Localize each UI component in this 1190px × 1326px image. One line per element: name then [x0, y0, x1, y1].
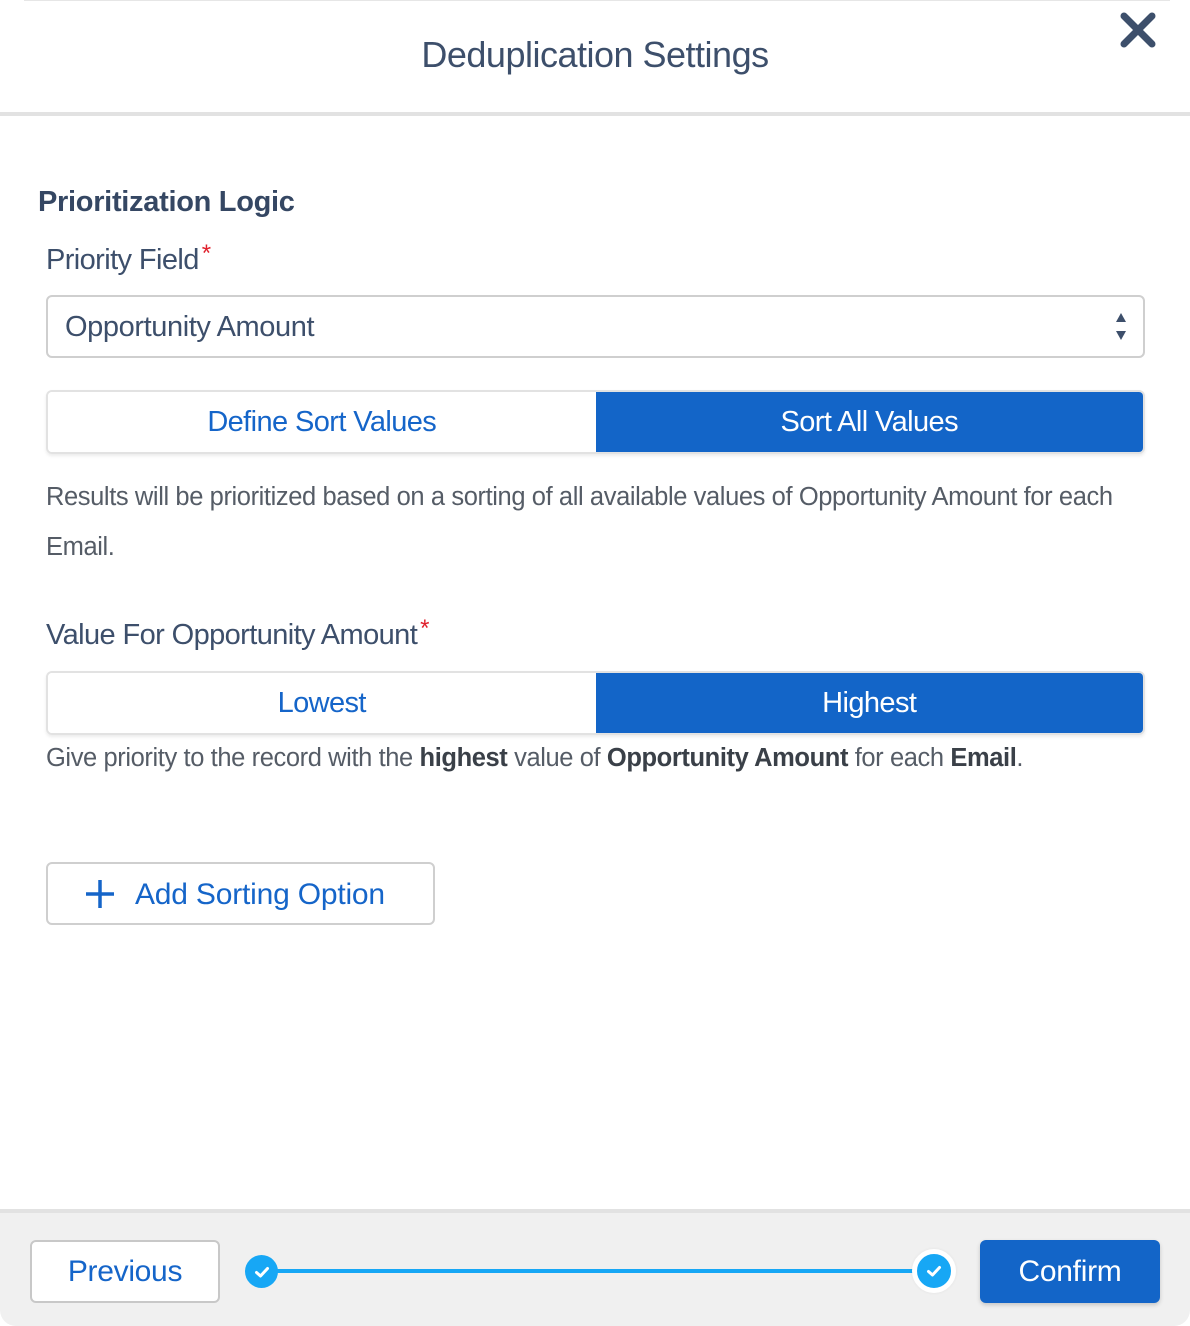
help-text-part: for each	[848, 744, 951, 772]
lowest-button[interactable]: Lowest	[48, 673, 596, 733]
check-icon	[927, 1266, 941, 1277]
sort-mode-help-text: Results will be prioritized based on a s…	[46, 483, 1113, 561]
value-direction-help-text: Give priority to the record with the hig…	[46, 744, 1146, 773]
plus-icon	[86, 880, 114, 908]
priority-field-value: Opportunity Amount	[65, 311, 315, 343]
highest-button[interactable]: Highest	[595, 673, 1143, 733]
add-sorting-option-button[interactable]: Add Sorting Option	[46, 862, 435, 925]
define-sort-values-button[interactable]: Define Sort Values	[48, 392, 596, 452]
sort-all-values-button[interactable]: Sort All Values	[595, 392, 1143, 452]
section-title: Prioritization Logic	[38, 186, 295, 218]
dialog-title: Deduplication Settings	[421, 34, 769, 75]
close-button[interactable]	[1116, 10, 1160, 54]
step-1-complete	[245, 1255, 278, 1288]
previous-button[interactable]: Previous	[30, 1240, 220, 1303]
help-text-part: .	[1016, 744, 1024, 772]
deduplication-settings-dialog: Deduplication Settings Prioritization Lo…	[0, 0, 1190, 1326]
required-marker: *	[420, 615, 429, 642]
priority-field-label-text: Priority Field	[46, 244, 199, 276]
priority-field-select[interactable]: Opportunity Amount	[46, 295, 1145, 358]
value-direction-toggle: Lowest Highest	[46, 671, 1145, 735]
progress-track	[262, 1269, 934, 1273]
value-for-label-text: Value For Opportunity Amount	[46, 619, 418, 651]
check-icon	[254, 1266, 269, 1277]
close-icon	[1120, 12, 1156, 48]
help-text-part: value of	[507, 744, 607, 772]
help-text-bold: highest	[419, 744, 508, 772]
confirm-button[interactable]: Confirm	[980, 1240, 1160, 1303]
help-text-part: Give priority to the record with the	[46, 744, 420, 772]
dialog-header: Deduplication Settings	[0, 0, 1190, 116]
select-arrows-icon	[1116, 313, 1126, 340]
priority-field-label: Priority Field *	[46, 240, 211, 277]
help-text-bold: Opportunity Amount	[606, 744, 849, 772]
required-marker: *	[201, 240, 211, 267]
help-text-bold: Email	[950, 744, 1017, 772]
value-for-label: Value For Opportunity Amount *	[46, 615, 429, 652]
step-2-current	[912, 1249, 956, 1293]
add-sorting-option-label: Add Sorting Option	[135, 878, 385, 911]
sort-mode-toggle: Define Sort Values Sort All Values	[46, 390, 1145, 454]
